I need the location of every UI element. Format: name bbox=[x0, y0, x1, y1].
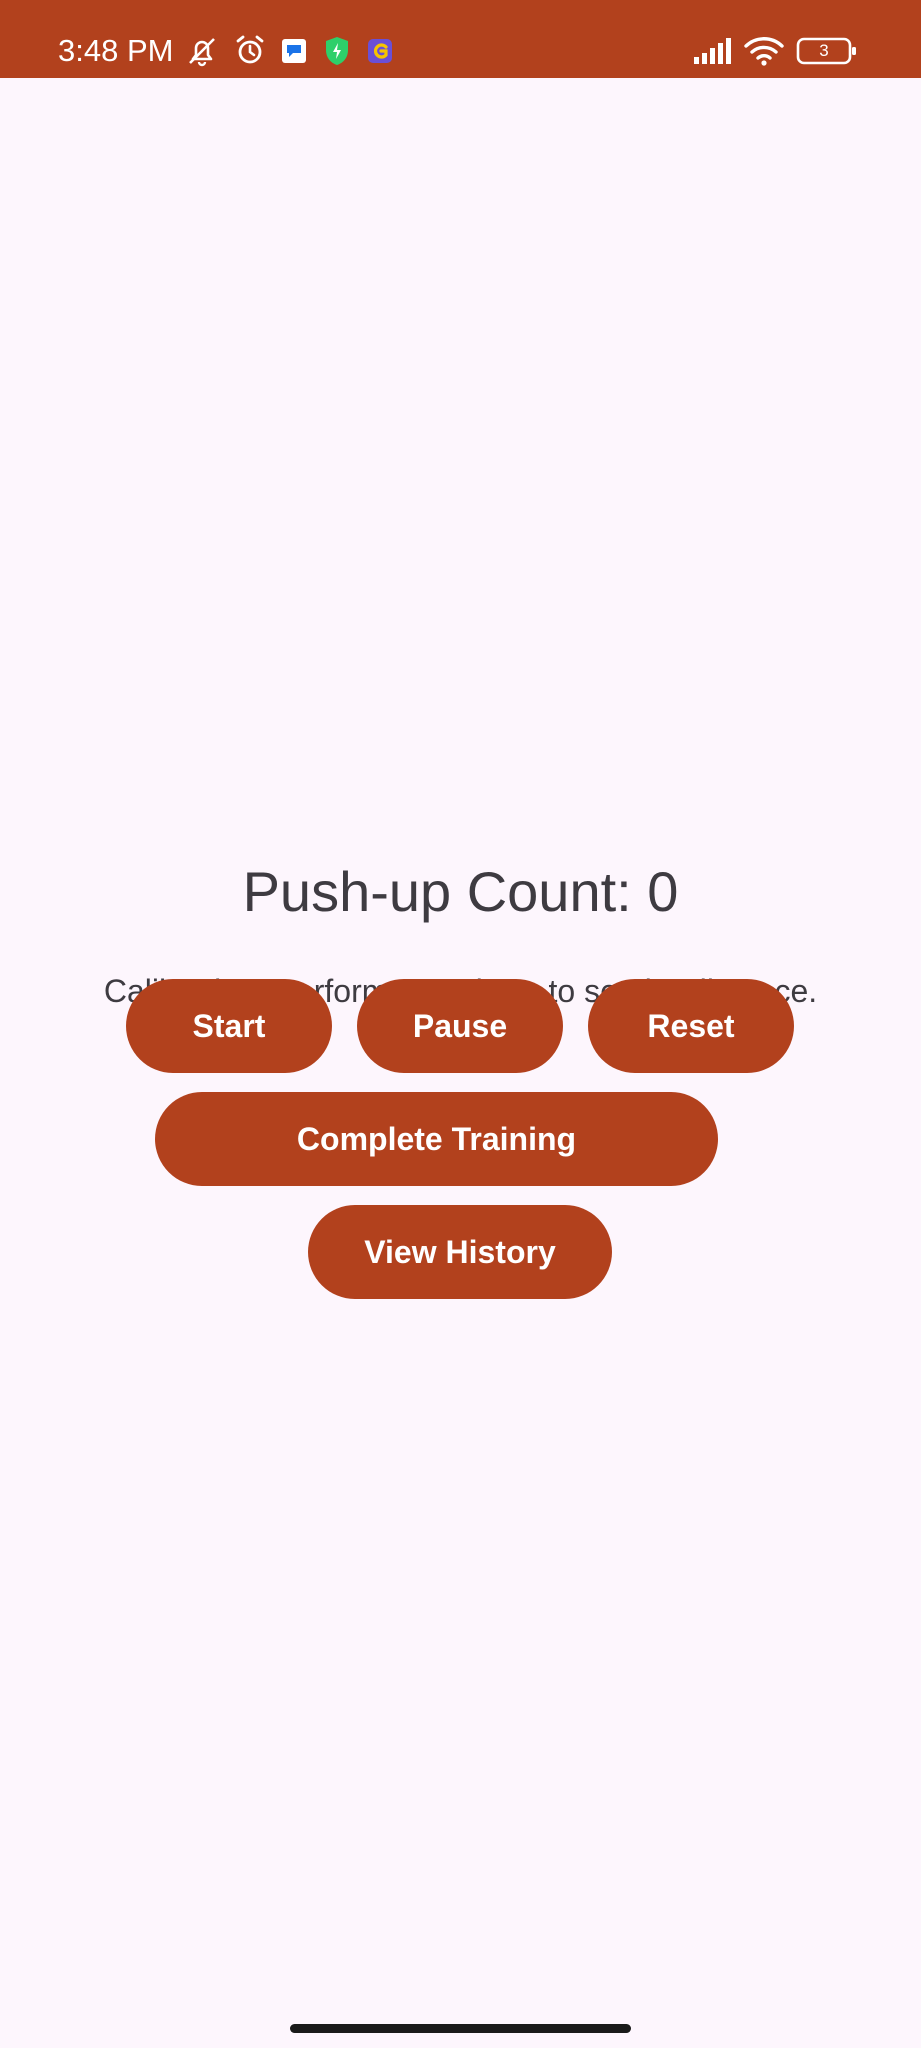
pushup-count-label: Push-up Count: 0 bbox=[242, 860, 679, 923]
reset-button[interactable]: Reset bbox=[588, 979, 794, 1073]
status-time: 3:48 PM bbox=[58, 33, 174, 68]
alarm-icon bbox=[232, 33, 268, 69]
status-bar: 3:48 PM 3 bbox=[0, 0, 921, 78]
wifi-icon bbox=[742, 33, 786, 69]
main-content: Push-up Count: 0 Calibration: Perform a … bbox=[0, 78, 921, 2014]
app-g-icon bbox=[362, 33, 398, 69]
pause-button[interactable]: Pause bbox=[357, 979, 563, 1073]
battery-level-text: 3 bbox=[819, 41, 829, 60]
security-shield-icon bbox=[319, 33, 355, 69]
message-app-icon bbox=[276, 33, 312, 69]
signal-icon bbox=[690, 33, 734, 69]
battery-icon: 3 bbox=[796, 33, 858, 69]
start-button[interactable]: Start bbox=[126, 979, 332, 1073]
notification-off-icon bbox=[184, 33, 220, 69]
view-history-button[interactable]: View History bbox=[308, 1205, 612, 1299]
gesture-navigation-handle[interactable] bbox=[290, 2024, 631, 2033]
complete-training-button[interactable]: Complete Training bbox=[155, 1092, 718, 1186]
